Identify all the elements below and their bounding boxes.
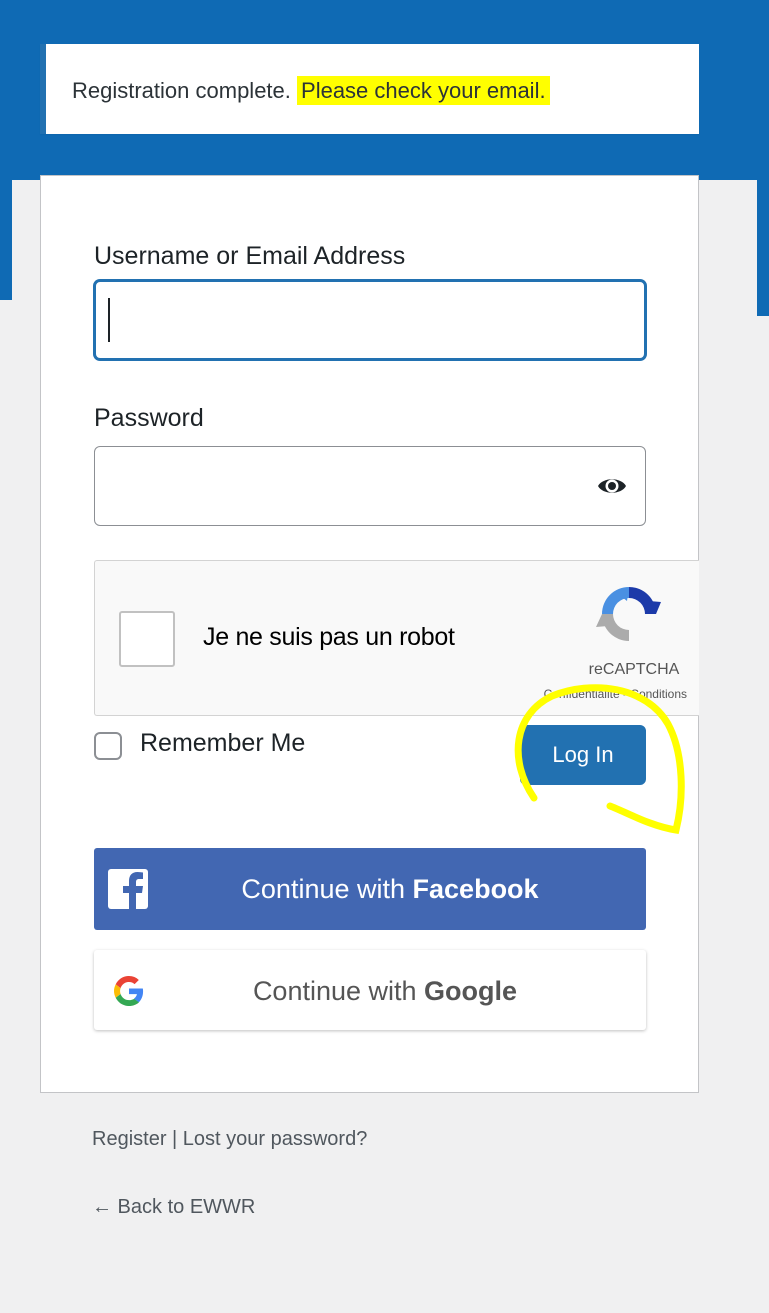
notice-message: Registration complete. Please check your… [72,76,550,105]
login-button[interactable]: Log In [520,725,646,785]
recaptcha-checkbox[interactable] [119,611,175,667]
recaptcha-logo-icon [596,587,661,641]
recaptcha-widget: Je ne suis pas un robot reCAPTCHA Confid… [94,560,699,716]
remember-me-label[interactable]: Remember Me [140,729,305,758]
login-button-label: Log In [552,742,614,767]
continue-with-google-button[interactable]: Continue with Google [94,950,646,1030]
lost-password-link[interactable]: Lost your password? [183,1128,368,1150]
continue-with-facebook-button[interactable]: Continue with Facebook [94,848,646,930]
facebook-name: Facebook [412,874,539,904]
username-input[interactable] [94,280,646,360]
link-separator: | [166,1128,183,1150]
google-button-label: Continue with Google [252,976,518,1006]
text-caret [108,298,110,342]
notice-text: Registration complete. [72,78,291,103]
facebook-button-label: Continue with Facebook [241,874,539,904]
remember-me-checkbox[interactable] [94,732,122,760]
recaptcha-label: Je ne suis pas un robot [203,623,455,651]
eye-icon[interactable] [597,473,627,499]
registration-notice: Registration complete. Please check your… [40,44,699,134]
password-label: Password [94,404,204,432]
auth-nav-links: Register | Lost your password? [92,1128,367,1151]
recaptcha-terms[interactable]: Confidentialité - Conditions [544,687,687,701]
back-to-site-link[interactable]: ← Back to EWWR [92,1196,255,1219]
username-label: Username or Email Address [94,242,406,270]
recaptcha-brand: reCAPTCHA [588,661,680,678]
notice-highlight: Please check your email. [297,76,550,105]
password-input[interactable] [94,446,646,526]
google-name: Google [424,976,518,1006]
register-link[interactable]: Register [92,1128,166,1150]
